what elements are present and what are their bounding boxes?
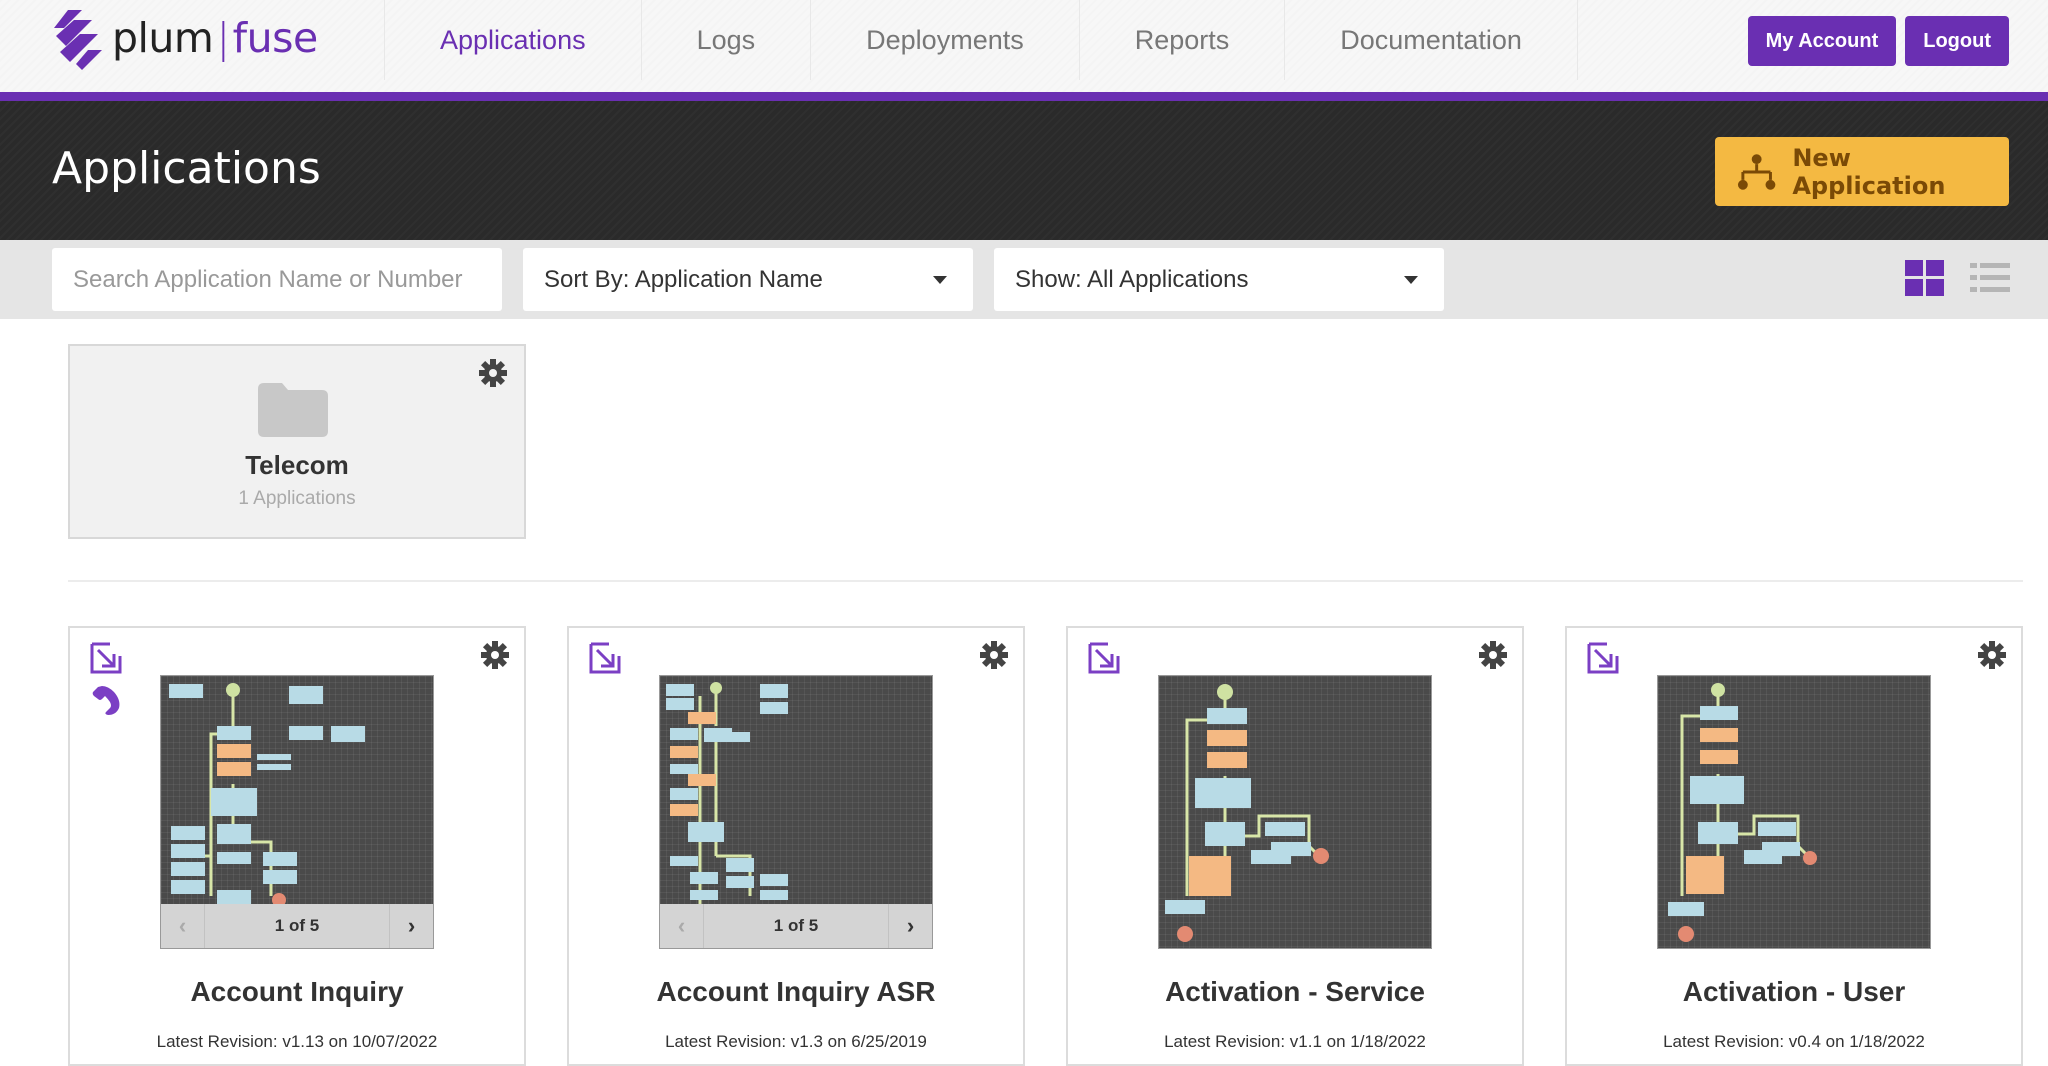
app-latest-revision: Latest Revision: v1.3 on 6/25/2019 (665, 1032, 927, 1051)
thumbnail-pager: ‹ 1 of 5 › (660, 904, 932, 948)
sort-by-value: Sort By: Application Name (544, 265, 823, 293)
gear-icon[interactable] (480, 640, 510, 670)
app-card-activation-user[interactable]: Activation - User Latest Revision: v0.4 … (1565, 626, 2023, 1066)
app-card-activation-service[interactable]: Activation - Service Latest Revision: v1… (1066, 626, 1524, 1066)
show-filter-value: Show: All Applications (1015, 265, 1249, 293)
nav-reports[interactable]: Reports (1080, 0, 1286, 80)
app-name[interactable]: Activation - Service (1068, 976, 1522, 1008)
app-name[interactable]: Account Inquiry (70, 976, 524, 1008)
pager-prev-button[interactable]: ‹ (161, 904, 205, 948)
show-filter-select[interactable]: Show: All Applications (994, 248, 1444, 311)
nav-deployments[interactable]: Deployments (811, 0, 1080, 80)
app-latest-revision: Latest Revision: v0.4 on 1/18/2022 (1663, 1032, 1925, 1051)
logo-wordmark: plum | fuse (112, 14, 318, 62)
list-view-icon[interactable] (1970, 260, 2010, 296)
folder-icon (258, 383, 328, 437)
gear-icon[interactable] (478, 358, 508, 388)
app-card-account-inquiry-asr[interactable]: ‹ 1 of 5 › Account Inquiry ASR Latest Re… (567, 626, 1025, 1066)
open-flow-icon[interactable] (1088, 642, 1120, 674)
pager-next-button[interactable]: › (888, 904, 932, 948)
flow-thumbnail[interactable] (1158, 675, 1432, 949)
page-title: Applications (52, 143, 321, 194)
flow-thumbnail[interactable]: ‹ 1 of 5 › (160, 675, 434, 949)
logo-text-plum: plum (112, 14, 214, 62)
caret-down-icon (1404, 276, 1418, 284)
search-input[interactable] (52, 248, 502, 311)
app-latest-revision: Latest Revision: v1.1 on 1/18/2022 (1164, 1032, 1426, 1051)
nav-applications[interactable]: Applications (384, 0, 642, 80)
logout-button[interactable]: Logout (1905, 16, 2009, 66)
thumbnail-pager: ‹ 1 of 5 › (161, 904, 433, 948)
page-header: Applications New Application (0, 101, 2048, 240)
folder-app-count: 1 Applications (238, 488, 356, 509)
pager-prev-button[interactable]: ‹ (660, 904, 704, 948)
caret-down-icon (933, 276, 947, 284)
open-flow-icon[interactable] (1587, 642, 1619, 674)
plumfuse-logo[interactable]: plum | fuse (54, 6, 318, 70)
my-account-button[interactable]: My Account (1747, 16, 1897, 66)
flow-thumbnail[interactable]: ‹ 1 of 5 › (659, 675, 933, 949)
gear-icon[interactable] (979, 640, 1009, 670)
folder-name: Telecom (245, 450, 349, 480)
grid-view-icon[interactable] (1905, 260, 1944, 296)
app-name[interactable]: Account Inquiry ASR (569, 976, 1023, 1008)
sort-by-select[interactable]: Sort By: Application Name (523, 248, 973, 311)
open-flow-icon[interactable] (90, 642, 122, 674)
new-application-label: New Application (1792, 143, 1946, 200)
flow-diagram-preview (1165, 684, 1329, 942)
filter-bar: Sort By: Application Name Show: All Appl… (0, 240, 2048, 319)
pager-count: 1 of 5 (274, 916, 320, 935)
pager-next-button[interactable]: › (389, 904, 433, 948)
pager-count: 1 of 5 (773, 916, 819, 935)
flow-diagram-preview (1668, 683, 1817, 942)
app-name[interactable]: Activation - User (1567, 976, 2021, 1008)
folder-card-telecom[interactable]: Telecom 1 Applications (68, 344, 526, 539)
nav-logs[interactable]: Logs (642, 0, 812, 80)
open-flow-icon[interactable] (589, 642, 621, 674)
gear-icon[interactable] (1977, 640, 2007, 670)
nav-documentation[interactable]: Documentation (1285, 0, 1578, 80)
account-buttons: My Account Logout (1747, 16, 2009, 66)
top-navigation-bar: plum | fuse Applications Logs Deployments … (0, 0, 2048, 92)
nav-accent-border (0, 92, 2048, 101)
section-divider (68, 580, 2023, 582)
hierarchy-icon (1737, 153, 1776, 190)
logo-separator: | (216, 14, 230, 62)
phone-icon (92, 686, 120, 715)
new-application-button[interactable]: New Application (1715, 137, 2009, 206)
flow-thumbnail[interactable] (1657, 675, 1931, 949)
app-latest-revision: Latest Revision: v1.13 on 10/07/2022 (156, 1032, 438, 1051)
gear-icon[interactable] (1478, 640, 1508, 670)
main-nav: Applications Logs Deployments Reports Do… (384, 0, 1578, 80)
logo-text-fuse: fuse (232, 14, 319, 62)
plumfuse-logo-mark-icon (54, 10, 102, 70)
app-card-account-inquiry[interactable]: ‹ 1 of 5 › Account Inquiry Latest Revisi… (68, 626, 526, 1066)
